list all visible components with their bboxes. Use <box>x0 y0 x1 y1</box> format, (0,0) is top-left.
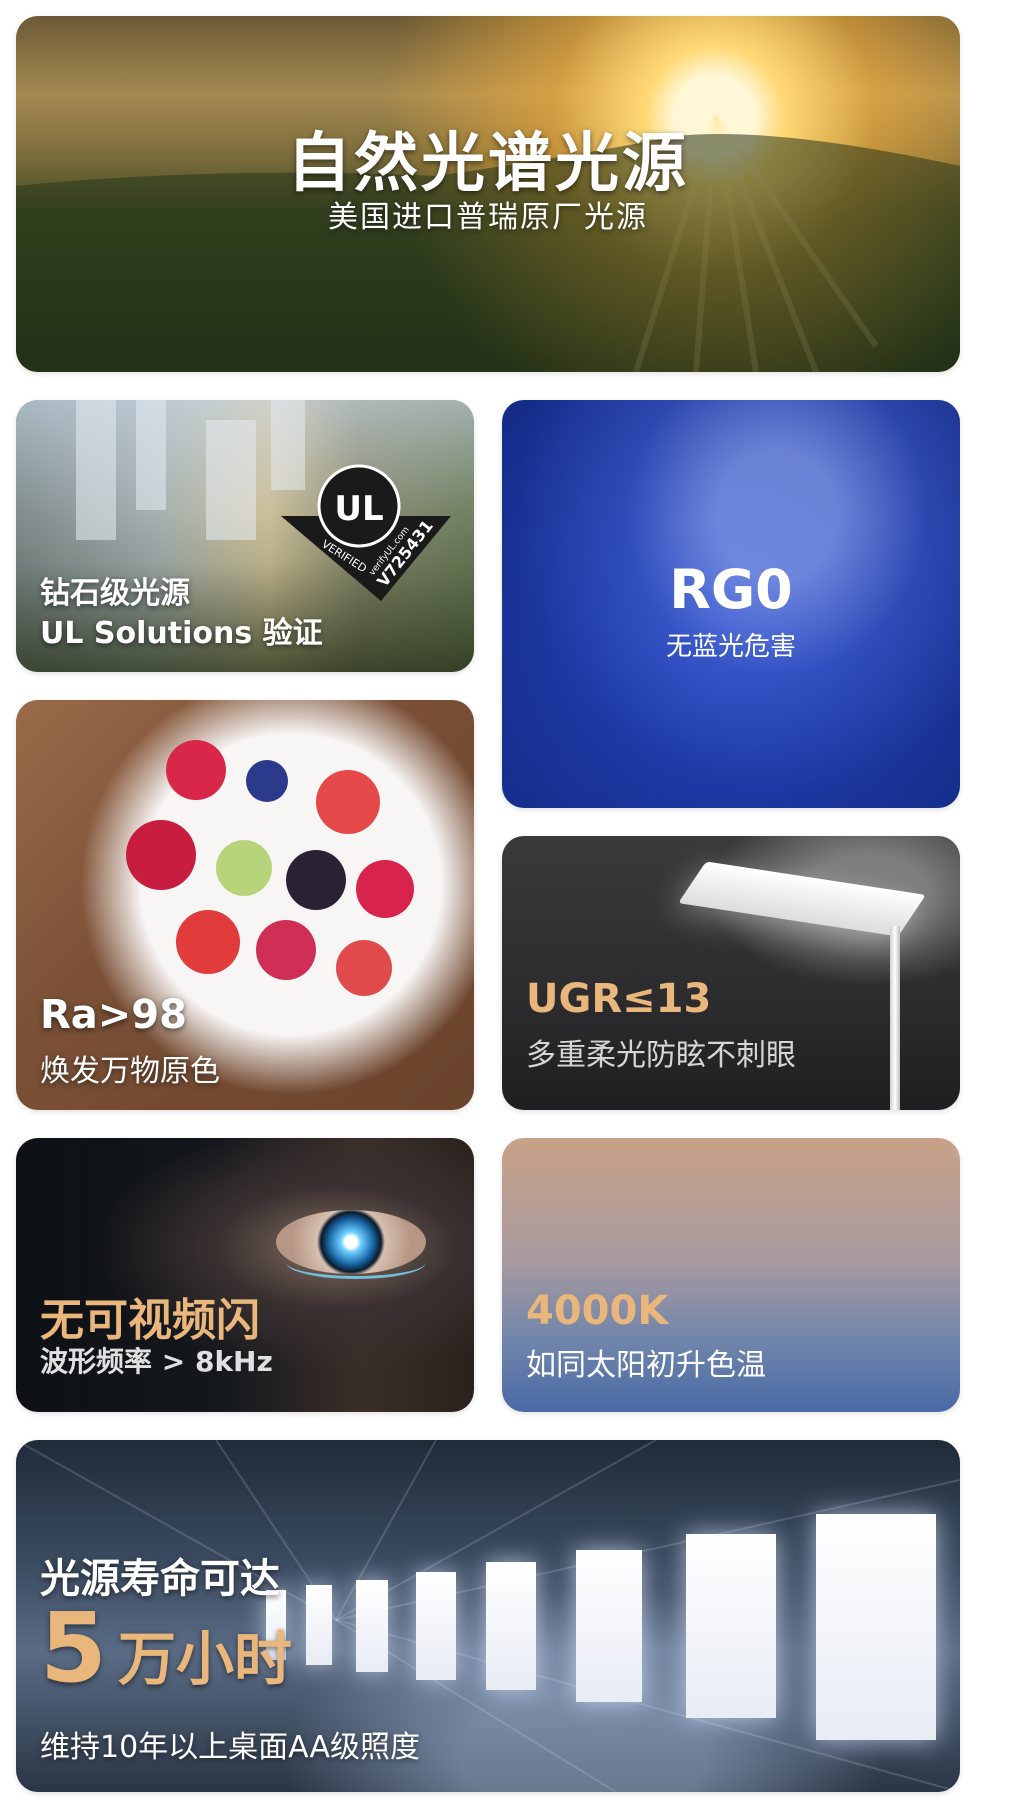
ul-subtitle: UL Solutions 验证 <box>40 616 323 651</box>
card-ul-verified: UL VERIFIED V725431 verifyUL.com 钻石级光源 U… <box>16 400 474 672</box>
strawberry-shape <box>166 740 226 800</box>
ugr-title: UGR≤13 <box>526 976 712 1022</box>
card-ugr: UGR≤13 多重柔光防眩不刺眼 <box>502 836 960 1110</box>
spectrum-title: 自然光谱光源 <box>287 127 689 201</box>
ul-title: 钻石级光源 <box>40 576 190 611</box>
blueberry-shape <box>246 760 288 802</box>
card-lifetime: 光源寿命可达 5 万小时 维持10年以上桌面AA级照度 <box>16 1440 960 1792</box>
card-natural-spectrum: 自然光谱光源 美国进口普瑞原厂光源 <box>16 16 960 372</box>
light-panel-shape <box>576 1550 642 1702</box>
card-flicker-free: 无可视频闪 波形频率 > 8kHz <box>16 1138 474 1412</box>
building-shape <box>136 400 166 510</box>
light-panel-shape <box>686 1534 776 1718</box>
blackberry-shape <box>286 850 346 910</box>
cct-subtitle: 如同太阳初升色温 <box>526 1348 766 1383</box>
card-ra: Ra>98 焕发万物原色 <box>16 700 474 1110</box>
building-shape <box>76 400 116 540</box>
raspberry-shape <box>356 860 414 918</box>
raspberry-shape <box>126 820 196 890</box>
rg0-title: RG0 <box>669 558 793 621</box>
watermelon-shape <box>336 940 392 996</box>
strawberry-shape <box>176 910 240 974</box>
light-panel-shape <box>816 1514 936 1740</box>
rg0-subtitle: 无蓝光危害 <box>665 632 796 662</box>
grape-shape <box>216 840 272 896</box>
light-panel-shape <box>486 1562 536 1690</box>
ra-subtitle: 焕发万物原色 <box>40 1054 220 1089</box>
ul-mark-text: UL <box>334 489 383 529</box>
flicker-subtitle: 波形频率 > 8kHz <box>40 1345 273 1378</box>
light-panel-shape <box>306 1585 332 1665</box>
life-subtitle: 维持10年以上桌面AA级照度 <box>40 1730 421 1765</box>
ra-title: Ra>98 <box>40 992 187 1038</box>
life-unit: 万小时 <box>118 1625 293 1693</box>
cct-title: 4000K <box>526 1288 669 1334</box>
card-color-temperature: 4000K 如同太阳初升色温 <box>502 1138 960 1412</box>
life-number: 5 <box>40 1592 107 1704</box>
card-rg0: RG0 无蓝光危害 <box>502 400 960 808</box>
building-shape <box>206 420 256 540</box>
flicker-title: 无可视频闪 <box>40 1295 260 1346</box>
ul-verified-badge-icon: UL VERIFIED V725431 verifyUL.com <box>281 464 451 601</box>
light-panel-shape <box>356 1580 388 1672</box>
ugr-subtitle: 多重柔光防眩不刺眼 <box>526 1038 796 1073</box>
eye-glow-shape <box>286 1246 426 1279</box>
watermelon-shape <box>316 770 380 834</box>
light-panel-shape <box>416 1572 456 1680</box>
spectrum-subtitle: 美国进口普瑞原厂光源 <box>328 200 648 235</box>
lamp-pole-shape <box>890 926 900 1110</box>
raspberry-shape <box>256 920 316 980</box>
